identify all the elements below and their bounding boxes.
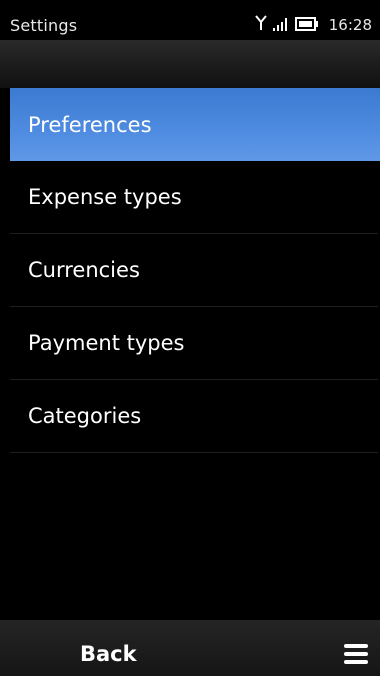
list-item-label: Categories [28, 404, 142, 428]
list-item-payment-types[interactable]: Payment types [10, 307, 378, 380]
signal-strength-icon [272, 16, 289, 35]
list-item-label: Expense types [28, 185, 182, 209]
list-item-label: Payment types [28, 331, 185, 355]
list-item-label: Preferences [28, 112, 152, 137]
bottom-toolbar: Back [0, 620, 380, 676]
list-item-label: Currencies [28, 258, 140, 282]
settings-list: Preferences Expense types Currencies Pay… [10, 88, 380, 453]
back-button[interactable]: Back [80, 642, 137, 666]
status-icons: 16:28 [254, 15, 372, 35]
title-bar [0, 40, 380, 88]
antenna-icon [254, 15, 267, 35]
list-item-expense-types[interactable]: Expense types [10, 161, 378, 234]
clock: 16:28 [328, 16, 372, 34]
list-item-preferences[interactable]: Preferences [10, 88, 380, 161]
menu-icon[interactable] [344, 644, 368, 664]
list-item-categories[interactable]: Categories [10, 380, 378, 453]
list-item-currencies[interactable]: Currencies [10, 234, 378, 307]
status-title: Settings [10, 16, 78, 35]
battery-icon [294, 16, 319, 35]
status-bar: Settings 16:28 [0, 0, 380, 40]
